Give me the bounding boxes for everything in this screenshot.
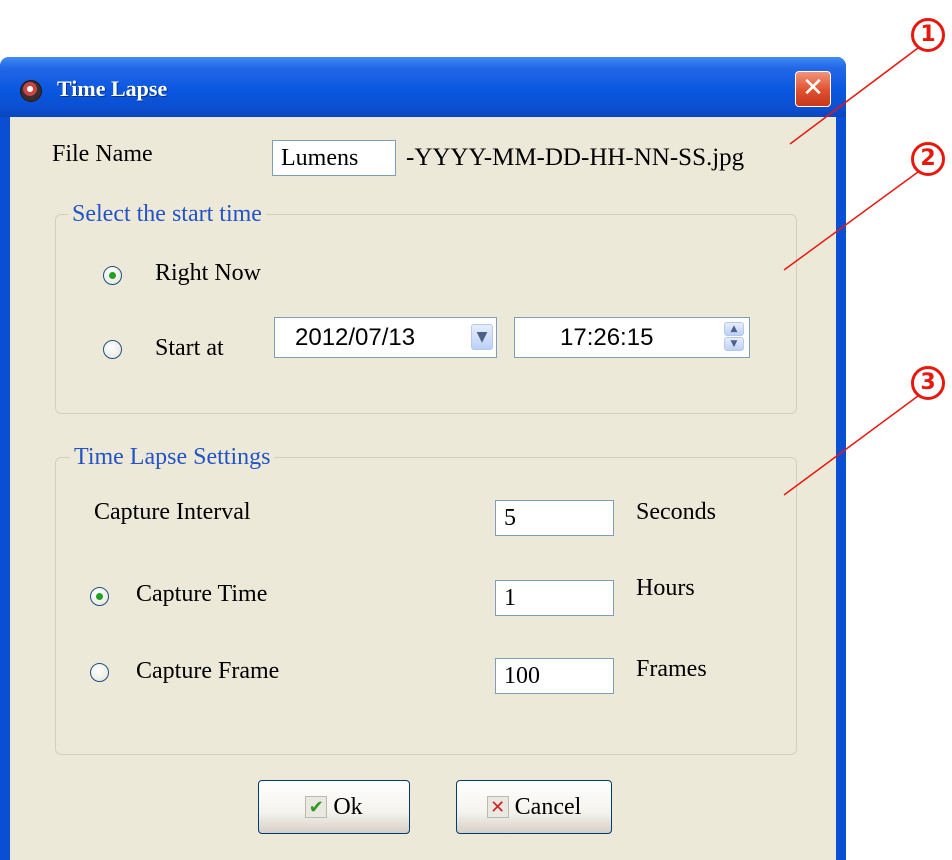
callout-lines <box>783 47 919 496</box>
callout-line-2 <box>783 171 919 271</box>
callout-marker-1: 1 <box>911 18 945 52</box>
callout-marker-3: 3 <box>911 366 945 400</box>
callout-line-1 <box>789 47 919 145</box>
callout-marker-2: 2 <box>911 142 945 176</box>
callout-line-3 <box>783 395 919 496</box>
